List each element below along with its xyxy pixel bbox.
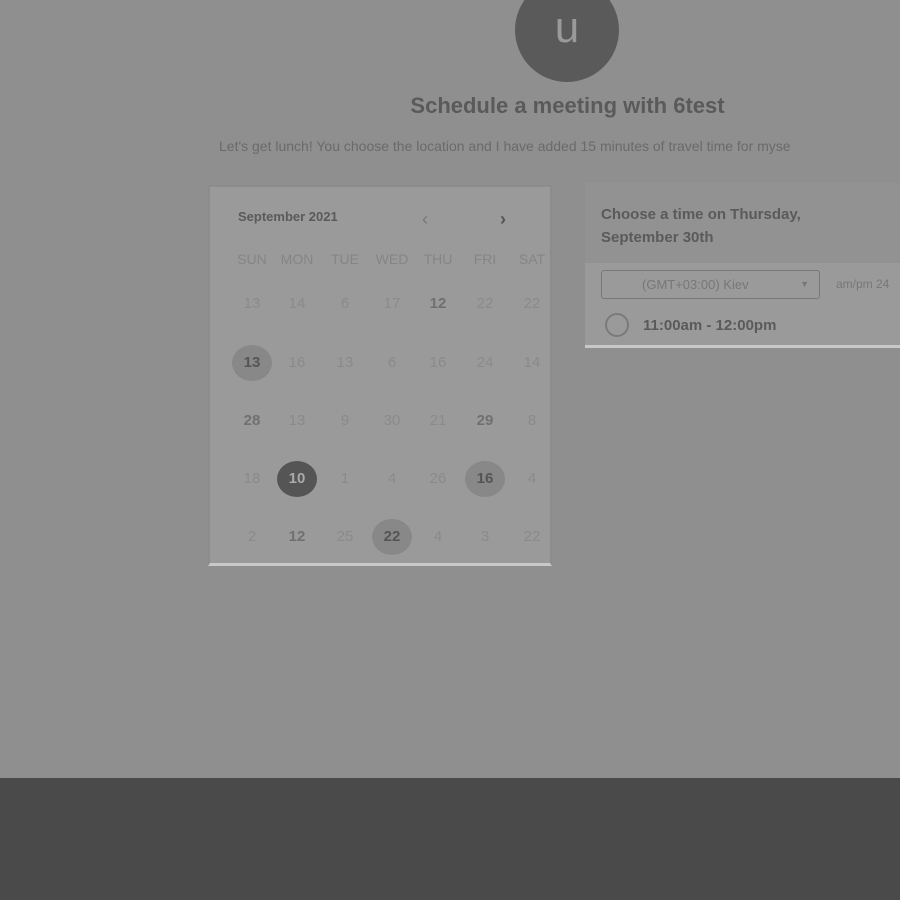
weekday-wed: WED [375, 251, 409, 267]
weekday-mon: MON [280, 251, 314, 267]
calendar-day[interactable]: 18 [232, 461, 272, 497]
calendar-day[interactable]: 13 [277, 403, 317, 439]
next-month-icon[interactable]: › [500, 209, 506, 230]
calendar-day[interactable]: 22 [512, 286, 552, 322]
page-title: Schedule a meeting with 6test [410, 93, 725, 118]
calendar-day[interactable]: 4 [418, 519, 458, 555]
weekday-sat: SAT [518, 251, 546, 267]
weekday-fri: FRI [473, 251, 497, 267]
timezone-value: (GMT+03:00) Kiev [642, 277, 749, 292]
meeting-description: Let's get lunch! You choose the location… [219, 138, 791, 154]
calendar-day[interactable]: 13 [232, 345, 272, 381]
weekday-tue: TUE [331, 251, 359, 267]
calendar-day[interactable]: 1 [325, 461, 365, 497]
calendar-day[interactable]: 6 [372, 345, 412, 381]
calendar-day[interactable]: 17 [372, 286, 412, 322]
time-panel-title: Choose a time on Thursday, September 30t… [601, 206, 801, 246]
calendar-day[interactable]: 16 [277, 345, 317, 381]
calendar-day[interactable]: 16 [418, 345, 458, 381]
calendar-day[interactable]: 14 [277, 286, 317, 322]
calendar-day[interactable]: 3 [465, 519, 505, 555]
calendar-day[interactable]: 12 [277, 519, 317, 555]
calendar-day[interactable]: 22 [512, 519, 552, 555]
calendar-day[interactable]: 13 [325, 345, 365, 381]
calendar-day[interactable]: 22 [465, 286, 505, 322]
calendar-day[interactable]: 4 [372, 461, 412, 497]
calendar-day[interactable]: 8 [512, 403, 552, 439]
calendar-day[interactable]: 30 [372, 403, 412, 439]
time-format-toggle[interactable]: am/pm 24 [836, 277, 889, 291]
calendar-day[interactable]: 29 [465, 403, 505, 439]
calendar-day[interactable]: 22 [372, 519, 412, 555]
calendar-day[interactable]: 12 [418, 286, 458, 322]
calendar-month: September 2021 [238, 209, 338, 224]
avatar: u [515, 0, 619, 82]
footer-band [0, 778, 900, 900]
calendar-day[interactable]: 13 [232, 286, 272, 322]
calendar-day[interactable]: 25 [325, 519, 365, 555]
time-panel: Choose a time on Thursday, September 30t… [585, 183, 900, 348]
calendar-day[interactable]: 2 [232, 519, 272, 555]
chevron-down-icon: ▼ [800, 279, 809, 289]
calendar-day[interactable]: 16 [465, 461, 505, 497]
time-panel-header: Choose a time on Thursday, September 30t… [585, 183, 900, 263]
calendar-day[interactable]: 28 [232, 403, 272, 439]
weekday-thu: THU [423, 251, 453, 267]
prev-month-icon[interactable]: ‹ [422, 209, 428, 230]
timezone-select[interactable]: (GMT+03:00) Kiev ▼ [601, 270, 820, 299]
calendar-day[interactable]: 21 [418, 403, 458, 439]
calendar-day[interactable]: 14 [512, 345, 552, 381]
time-slot[interactable]: 11:00am - 12:00pm [605, 313, 776, 337]
calendar-day[interactable]: 4 [512, 461, 552, 497]
calendar-day[interactable]: 24 [465, 345, 505, 381]
calendar-day[interactable]: 6 [325, 286, 365, 322]
calendar-panel: September 2021 ‹ › SUN MON TUE WED THU FRI SAT… [208, 185, 552, 566]
calendar-day[interactable]: 9 [325, 403, 365, 439]
time-slot-label: 11:00am - 12:00pm [643, 316, 777, 334]
weekday-sun: SUN [237, 251, 267, 267]
radio-icon[interactable] [605, 313, 629, 337]
calendar-day[interactable]: 10 [277, 461, 317, 497]
calendar-day[interactable]: 26 [418, 461, 458, 497]
